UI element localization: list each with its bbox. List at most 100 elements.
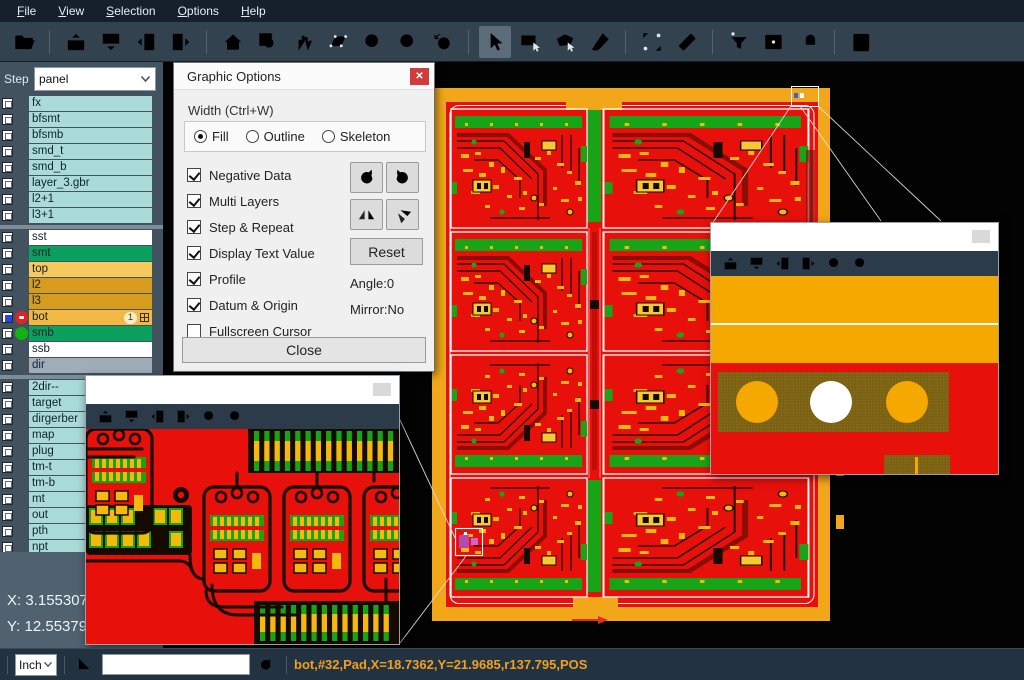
- checkbox-negative-data[interactable]: Negative Data: [187, 162, 315, 188]
- layers-panel-icon[interactable]: [845, 26, 877, 58]
- layer-row[interactable]: bfsmt: [0, 112, 163, 127]
- reset-button[interactable]: Reset: [350, 238, 423, 265]
- layer-checkbox[interactable]: [2, 162, 13, 173]
- flip-diagonal-icon[interactable]: [386, 199, 419, 230]
- layer-checkbox[interactable]: [2, 194, 13, 205]
- pan-right-icon[interactable]: [795, 253, 821, 274]
- layer-name[interactable]: bot1: [29, 310, 152, 325]
- layer-checkbox[interactable]: [2, 248, 13, 259]
- layer-row[interactable]: smd_t: [0, 144, 163, 159]
- zoom-out-icon[interactable]: [392, 26, 424, 58]
- clean-brush-icon[interactable]: [584, 26, 616, 58]
- pan-right-icon[interactable]: [165, 26, 197, 58]
- pan-left-icon[interactable]: [769, 253, 795, 274]
- zoom-previous-icon[interactable]: [427, 26, 459, 58]
- layer-name[interactable]: smd_t: [29, 144, 152, 159]
- layer-row[interactable]: bfsmb: [0, 128, 163, 143]
- layer-name[interactable]: dir: [29, 358, 152, 373]
- menu-file[interactable]: File: [6, 2, 47, 20]
- layer-checkbox[interactable]: [2, 344, 13, 355]
- layer-checkbox[interactable]: [2, 526, 13, 537]
- layer-checkbox[interactable]: [2, 430, 13, 441]
- layer-checkbox[interactable]: [2, 296, 13, 307]
- layer-checkbox[interactable]: [2, 414, 13, 425]
- layer-name[interactable]: l2: [29, 278, 152, 293]
- preview-title-bar[interactable]: [711, 223, 998, 251]
- angle-corner-icon[interactable]: [76, 656, 94, 674]
- layer-name[interactable]: l3: [29, 294, 152, 309]
- radio-fill[interactable]: Fill: [194, 129, 229, 144]
- zoom-out-icon[interactable]: [847, 253, 873, 274]
- layer-checkbox[interactable]: [2, 98, 13, 109]
- radio-skeleton[interactable]: Skeleton: [322, 129, 391, 144]
- layer-name[interactable]: fx: [29, 96, 152, 111]
- pan-down-icon[interactable]: [95, 26, 127, 58]
- filter-icon[interactable]: [723, 26, 755, 58]
- layer-checkbox[interactable]: [2, 328, 13, 339]
- layer-row[interactable]: l3+1: [0, 208, 163, 223]
- home-icon[interactable]: [217, 26, 249, 58]
- layer-row[interactable]: l2+1: [0, 192, 163, 207]
- window-button[interactable]: [373, 383, 391, 396]
- pan-down-icon[interactable]: [118, 406, 144, 427]
- layer-checkbox[interactable]: [2, 232, 13, 243]
- window-button[interactable]: [972, 230, 990, 243]
- layer-name[interactable]: bfsmt: [29, 112, 152, 127]
- unit-select[interactable]: Inch: [15, 654, 57, 676]
- close-button[interactable]: Close: [182, 337, 426, 363]
- layer-row[interactable]: l2: [0, 278, 163, 293]
- preview-content-fiducial[interactable]: [711, 276, 998, 474]
- pan-up-icon[interactable]: [60, 26, 92, 58]
- zoom-area-icon[interactable]: [322, 26, 354, 58]
- checkbox-step-repeat[interactable]: Step & Repeat: [187, 214, 315, 240]
- layer-checkbox[interactable]: [2, 510, 13, 521]
- layer-name[interactable]: smd_b: [29, 160, 152, 175]
- layer-checkbox[interactable]: [2, 494, 13, 505]
- layer-row[interactable]: smb: [0, 326, 163, 341]
- layer-name[interactable]: ssb: [29, 342, 152, 357]
- pan-up-icon[interactable]: [92, 406, 118, 427]
- step-select[interactable]: panel: [34, 67, 156, 91]
- open-folder-icon[interactable]: [8, 26, 40, 58]
- zoom-preview-window-right[interactable]: [710, 222, 999, 475]
- layer-row[interactable]: fx: [0, 96, 163, 111]
- menu-options[interactable]: Options: [167, 2, 230, 20]
- layer-name[interactable]: l2+1: [29, 192, 152, 207]
- command-input[interactable]: [102, 654, 250, 675]
- pan-up-icon[interactable]: [717, 253, 743, 274]
- measure-distance-icon[interactable]: [636, 26, 668, 58]
- pan-right-icon[interactable]: [170, 406, 196, 427]
- select-cursor-icon[interactable]: [479, 26, 511, 58]
- checkbox-multi-layers[interactable]: Multi Layers: [187, 188, 315, 214]
- layer-row[interactable]: layer_3.gbr: [0, 176, 163, 191]
- checkbox-datum-origin[interactable]: Datum & Origin: [187, 292, 315, 318]
- menu-view[interactable]: View: [47, 2, 95, 20]
- layer-row[interactable]: dir: [0, 358, 163, 373]
- zoom-preview-window-left[interactable]: [85, 375, 400, 645]
- layer-name[interactable]: bfsmb: [29, 128, 152, 143]
- refresh-icon[interactable]: [257, 656, 274, 673]
- layer-checkbox[interactable]: [2, 398, 13, 409]
- zoom-window-icon[interactable]: [252, 26, 284, 58]
- menu-help[interactable]: Help: [230, 2, 277, 20]
- layer-row[interactable]: l3: [0, 294, 163, 309]
- flip-horizontal-icon[interactable]: [350, 199, 383, 230]
- pan-left-icon[interactable]: [130, 26, 162, 58]
- preview-title-bar[interactable]: [86, 376, 399, 404]
- layer-row[interactable]: ssb: [0, 342, 163, 357]
- layer-name[interactable]: top: [29, 262, 152, 277]
- layer-checkbox[interactable]: [2, 462, 13, 473]
- layer-name[interactable]: l3+1: [29, 208, 152, 223]
- layer-name[interactable]: smb: [29, 326, 152, 341]
- pan-left-icon[interactable]: [144, 406, 170, 427]
- layer-row[interactable]: top: [0, 262, 163, 277]
- pan-down-icon[interactable]: [743, 253, 769, 274]
- ruler-icon[interactable]: [671, 26, 703, 58]
- layer-row[interactable]: smt: [0, 246, 163, 261]
- checkbox-display-text-value[interactable]: Display Text Value: [187, 240, 315, 266]
- layer-name[interactable]: smt: [29, 246, 152, 261]
- layer-checkbox[interactable]: [2, 360, 13, 371]
- radio-outline[interactable]: Outline: [246, 129, 305, 144]
- layer-row[interactable]: sst: [0, 225, 163, 245]
- snap-magnet-icon[interactable]: [793, 26, 825, 58]
